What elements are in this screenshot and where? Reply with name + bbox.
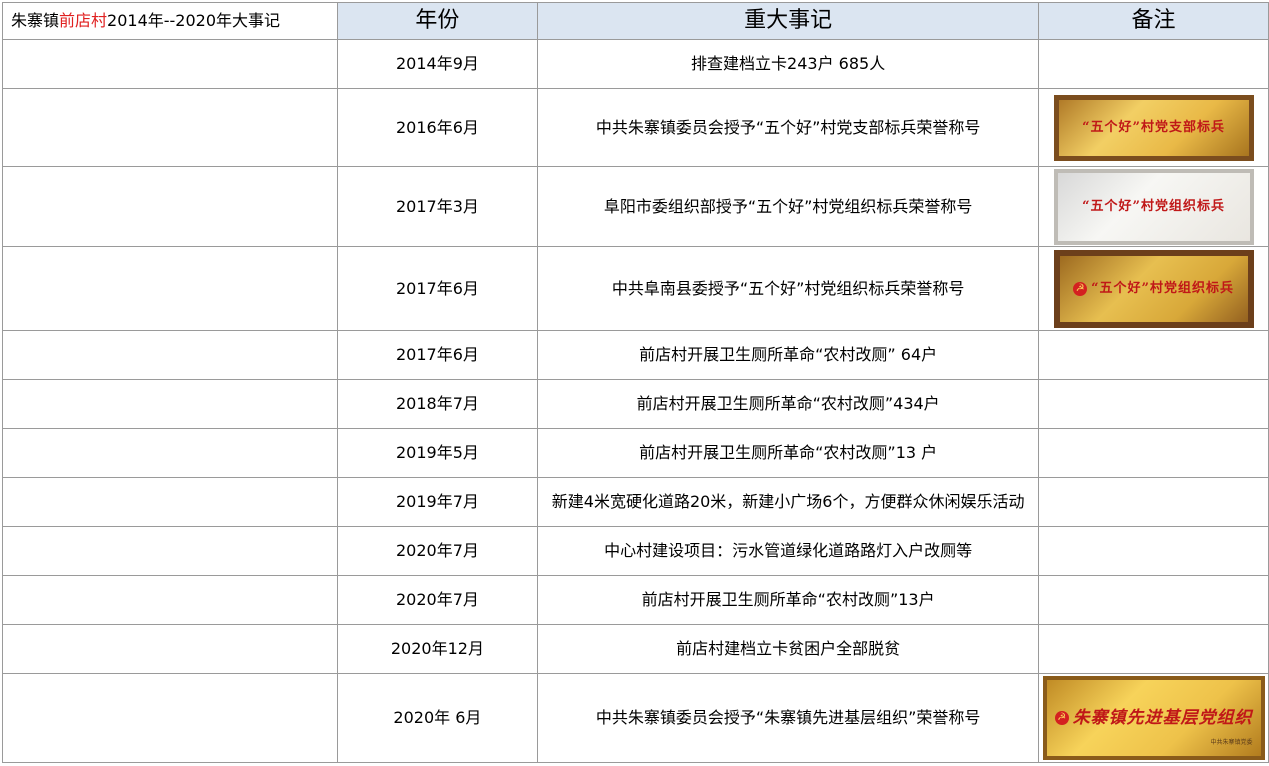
plaque-text: “五个好”村党组织标兵 bbox=[1091, 280, 1235, 296]
note-cell[interactable]: “五个好”村党支部标兵 bbox=[1038, 88, 1269, 167]
blank-cell[interactable] bbox=[2, 575, 338, 625]
note-cell[interactable] bbox=[1038, 39, 1269, 89]
gold-plaque-photo[interactable]: ☭ 朱寨镇先进基层党组织 中共朱寨镇党委 bbox=[1042, 676, 1265, 760]
sheet-title[interactable]: 朱寨镇前店村2014年--2020年大事记 bbox=[2, 2, 338, 40]
year-cell[interactable]: 2020年12月 bbox=[336, 624, 539, 674]
event-cell[interactable]: 前店村开展卫生厕所革命“农村改厕”434户 bbox=[537, 379, 1040, 429]
year-cell[interactable]: 2019年7月 bbox=[336, 477, 539, 527]
party-emblem-icon: ☭ bbox=[1073, 281, 1088, 296]
year-cell[interactable]: 2020年 6月 bbox=[336, 673, 539, 763]
title-suffix: 2014年--2020年大事记 bbox=[107, 11, 281, 30]
blank-cell[interactable] bbox=[2, 379, 338, 429]
event-cell[interactable]: 中共阜南县委授予“五个好”村党组织标兵荣誉称号 bbox=[537, 246, 1040, 331]
note-cell[interactable] bbox=[1038, 379, 1269, 429]
table-row: 2017年3月 阜阳市委组织部授予“五个好”村党组织标兵荣誉称号 “五个好”村党… bbox=[2, 166, 1269, 247]
col-header-note[interactable]: 备注 bbox=[1038, 2, 1269, 40]
table-row: 2016年6月 中共朱寨镇委员会授予“五个好”村党支部标兵荣誉称号 “五个好”村… bbox=[2, 88, 1269, 167]
note-cell[interactable] bbox=[1038, 624, 1269, 674]
events-table: 朱寨镇前店村2014年--2020年大事记 年份 重大事记 备注 2014年9月… bbox=[2, 2, 1269, 763]
blank-cell[interactable] bbox=[2, 673, 338, 763]
event-cell[interactable]: 前店村开展卫生厕所革命“农村改厕”13户 bbox=[537, 575, 1040, 625]
event-cell[interactable]: 中心村建设项目：污水管道绿化道路路灯入户改厕等 bbox=[537, 526, 1040, 576]
note-cell[interactable]: ☭ 朱寨镇先进基层党组织 中共朱寨镇党委 bbox=[1038, 673, 1269, 763]
event-cell[interactable]: 阜阳市委组织部授予“五个好”村党组织标兵荣誉称号 bbox=[537, 166, 1040, 247]
silver-plaque-photo[interactable]: “五个好”村党组织标兵 bbox=[1053, 168, 1254, 245]
blank-cell[interactable] bbox=[2, 39, 338, 89]
note-cell[interactable] bbox=[1038, 330, 1269, 380]
header-row: 朱寨镇前店村2014年--2020年大事记 年份 重大事记 备注 bbox=[2, 2, 1269, 40]
year-cell[interactable]: 2017年3月 bbox=[336, 166, 539, 247]
note-cell[interactable] bbox=[1038, 428, 1269, 478]
year-cell[interactable]: 2018年7月 bbox=[336, 379, 539, 429]
blank-cell[interactable] bbox=[2, 166, 338, 247]
blank-cell[interactable] bbox=[2, 88, 338, 167]
table-row: 2018年7月 前店村开展卫生厕所革命“农村改厕”434户 bbox=[2, 379, 1269, 429]
table-row: 2020年12月 前店村建档立卡贫困户全部脱贫 bbox=[2, 624, 1269, 674]
note-cell[interactable] bbox=[1038, 526, 1269, 576]
plaque-text: “五个好”村党组织标兵 bbox=[1082, 198, 1226, 214]
table-row: 2020年7月 前店村开展卫生厕所革命“农村改厕”13户 bbox=[2, 575, 1269, 625]
plaque-text: “五个好”村党支部标兵 bbox=[1082, 119, 1226, 135]
title-highlight: 前店村 bbox=[59, 11, 108, 30]
note-cell[interactable] bbox=[1038, 477, 1269, 527]
blank-cell[interactable] bbox=[2, 526, 338, 576]
blank-cell[interactable] bbox=[2, 477, 338, 527]
blank-cell[interactable] bbox=[2, 330, 338, 380]
plaque-footer: 中共朱寨镇党委 bbox=[1210, 739, 1253, 746]
year-cell[interactable]: 2020年7月 bbox=[336, 526, 539, 576]
table-row: 2014年9月 排查建档立卡243户 685人 bbox=[2, 39, 1269, 89]
event-cell[interactable]: 新建4米宽硬化道路20米，新建小广场6个，方便群众休闲娱乐活动 bbox=[537, 477, 1040, 527]
event-cell[interactable]: 前店村开展卫生厕所革命“农村改厕” 64户 bbox=[537, 330, 1040, 380]
note-cell[interactable]: ☭ “五个好”村党组织标兵 bbox=[1038, 246, 1269, 331]
year-cell[interactable]: 2019年5月 bbox=[336, 428, 539, 478]
col-header-event[interactable]: 重大事记 bbox=[537, 2, 1040, 40]
year-cell[interactable]: 2017年6月 bbox=[336, 330, 539, 380]
note-cell[interactable] bbox=[1038, 575, 1269, 625]
table-row: 2017年6月 前店村开展卫生厕所革命“农村改厕” 64户 bbox=[2, 330, 1269, 380]
event-cell[interactable]: 前店村建档立卡贫困户全部脱贫 bbox=[537, 624, 1040, 674]
event-cell[interactable]: 排查建档立卡243户 685人 bbox=[537, 39, 1040, 89]
year-cell[interactable]: 2017年6月 bbox=[336, 246, 539, 331]
year-cell[interactable]: 2016年6月 bbox=[336, 88, 539, 167]
table-row: 2019年5月 前店村开展卫生厕所革命“农村改厕”13 户 bbox=[2, 428, 1269, 478]
blank-cell[interactable] bbox=[2, 246, 338, 331]
event-cell[interactable]: 前店村开展卫生厕所革命“农村改厕”13 户 bbox=[537, 428, 1040, 478]
plaque-text: 朱寨镇先进基层党组织 bbox=[1072, 708, 1253, 728]
note-cell[interactable]: “五个好”村党组织标兵 bbox=[1038, 166, 1269, 247]
party-emblem-icon: ☭ bbox=[1054, 711, 1069, 725]
event-cell[interactable]: 中共朱寨镇委员会授予“五个好”村党支部标兵荣誉称号 bbox=[537, 88, 1040, 167]
gold-plaque-photo[interactable]: “五个好”村党支部标兵 bbox=[1053, 94, 1254, 161]
col-header-year[interactable]: 年份 bbox=[336, 2, 539, 40]
blank-cell[interactable] bbox=[2, 428, 338, 478]
table-row: 2017年6月 中共阜南县委授予“五个好”村党组织标兵荣誉称号 ☭ “五个好”村… bbox=[2, 246, 1269, 331]
year-cell[interactable]: 2020年7月 bbox=[336, 575, 539, 625]
table-row: 2020年 6月 中共朱寨镇委员会授予“朱寨镇先进基层组织”荣誉称号 ☭ 朱寨镇… bbox=[2, 673, 1269, 763]
title-prefix: 朱寨镇 bbox=[11, 11, 60, 30]
year-cell[interactable]: 2014年9月 bbox=[336, 39, 539, 89]
blank-cell[interactable] bbox=[2, 624, 338, 674]
gold-plaque-photo[interactable]: ☭ “五个好”村党组织标兵 bbox=[1053, 249, 1254, 328]
event-cell[interactable]: 中共朱寨镇委员会授予“朱寨镇先进基层组织”荣誉称号 bbox=[537, 673, 1040, 763]
table-row: 2020年7月 中心村建设项目：污水管道绿化道路路灯入户改厕等 bbox=[2, 526, 1269, 576]
table-row: 2019年7月 新建4米宽硬化道路20米，新建小广场6个，方便群众休闲娱乐活动 bbox=[2, 477, 1269, 527]
